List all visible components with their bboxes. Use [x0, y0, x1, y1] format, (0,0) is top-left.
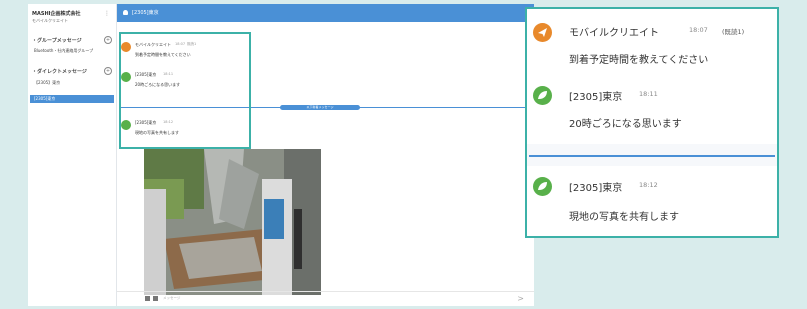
direct-message-section[interactable]: ・ダイレクトメッセージ + [32, 67, 112, 75]
new-message-label: 以下新着メッセージ [280, 105, 360, 110]
new-message-divider [529, 155, 775, 157]
chat-title: [2305]東京 [132, 10, 159, 16]
leaf-icon [538, 182, 547, 190]
shared-photo[interactable] [144, 149, 321, 295]
sender-name: [2305]東京 [569, 92, 623, 103]
message-time: 18:11 [639, 90, 658, 98]
message-text: 現地の写真を共有します [569, 212, 679, 223]
attach-icon[interactable] [145, 296, 150, 301]
message-text: 20時ごろになる思います [569, 119, 682, 130]
sidebar-item-active[interactable]: [2305]東京 [30, 95, 114, 103]
highlight-box [119, 32, 251, 149]
message-time: 18:12 [639, 181, 658, 189]
sidebar-item-group[interactable]: Bluetooth・社内連絡用グループ [34, 48, 110, 54]
workspace-header[interactable]: MASHI企画株式会社 モバイルクリエイト ⋮ [32, 10, 116, 24]
add-group-icon[interactable]: + [104, 36, 112, 44]
chat-header: [2305]東京 [117, 4, 534, 22]
avatar [533, 177, 552, 196]
image-icon[interactable] [153, 296, 158, 301]
zoomed-message-panel: モバイルクリエイト 18:07 (既読1) 到着予定時間を教えてください [23… [525, 7, 779, 238]
message-text: 到着予定時間を教えてください [569, 55, 709, 66]
sidebar: MASHI企画株式会社 モバイルクリエイト ⋮ ・グループメッセージ + Blu… [28, 4, 117, 306]
chat-app-window: MASHI企画株式会社 モバイルクリエイト ⋮ ・グループメッセージ + Blu… [28, 4, 534, 306]
sidebar-item-direct[interactable]: 【2305】東京 [34, 80, 110, 86]
avatar [533, 23, 552, 42]
group-message-section[interactable]: ・グループメッセージ + [32, 36, 112, 44]
user-icon [123, 10, 128, 15]
kebab-menu-icon[interactable]: ⋮ [104, 10, 110, 17]
message-composer: メッセージ > [117, 291, 534, 306]
group-message-heading: ・グループメッセージ [32, 38, 82, 44]
message-input[interactable]: メッセージ [163, 296, 180, 301]
send-plane-icon [538, 28, 547, 37]
add-direct-icon[interactable]: + [104, 67, 112, 75]
sender-name: モバイルクリエイト [569, 28, 659, 39]
sender-name: [2305]東京 [569, 183, 623, 194]
leaf-icon [538, 91, 547, 99]
construction-photo-image [144, 149, 321, 295]
workspace-subtitle: モバイルクリエイト [32, 18, 68, 23]
direct-message-heading: ・ダイレクトメッセージ [32, 69, 87, 75]
message-time: 18:07 [689, 26, 708, 34]
read-badge: (既読1) [722, 28, 745, 36]
send-icon[interactable]: > [517, 294, 524, 303]
avatar [533, 86, 552, 105]
